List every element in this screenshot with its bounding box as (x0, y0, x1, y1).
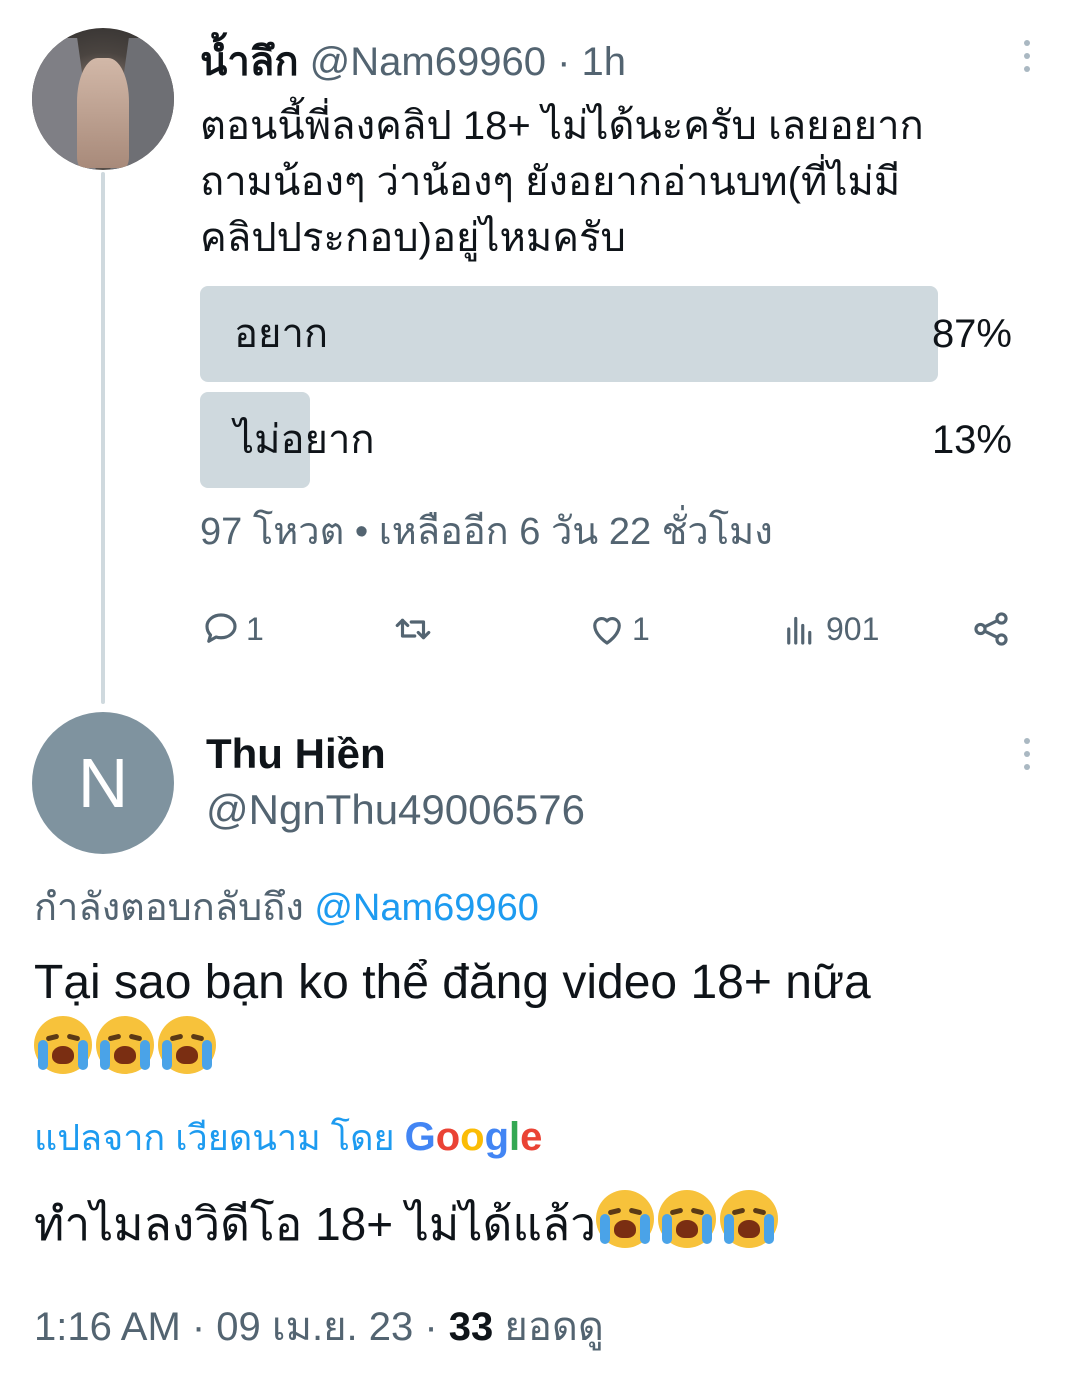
reply-author-display-name[interactable]: Thu Hiền (206, 728, 386, 780)
poll: อยาก 87% ไม่อยาก 13% (200, 286, 1012, 498)
reply-author-handle[interactable]: @NgnThu49006576 (206, 784, 585, 836)
replying-label: กำลังตอบกลับถึง (34, 887, 304, 929)
google-logo: Google (404, 1115, 543, 1159)
crying-face-emoji-icon (658, 1190, 717, 1248)
crying-face-emoji-icon (34, 1016, 92, 1074)
separator-dot: · (557, 40, 582, 84)
more-options-icon[interactable] (1012, 734, 1042, 774)
tweet-header: น้ำลึก @Nam69960 · 1h (200, 38, 626, 86)
poll-meta: 97 โหวต • เหลืออีก 6 วัน 22 ชั่วโมง (200, 511, 773, 553)
heart-icon (593, 617, 621, 645)
view-count: 901 (826, 610, 880, 647)
author-handle[interactable]: @Nam69960 (310, 40, 546, 84)
poll-option: ไม่อยาก 13% (200, 392, 1012, 488)
author-display-name[interactable]: น้ำลึก (200, 40, 299, 84)
reply-button[interactable]: 1 (200, 602, 264, 656)
tweet-time[interactable]: 1h (582, 40, 627, 84)
reply-text-content: Tại sao bạn ko thể đăng video 18+ nữa (34, 956, 871, 1009)
poll-option-label: ไม่อยาก (234, 418, 375, 462)
poll-option-percent: 13% (931, 418, 1012, 462)
more-options-icon[interactable] (1012, 36, 1042, 76)
share-icon (974, 612, 1008, 646)
poll-option: อยาก 87% (200, 286, 1012, 382)
replying-mention-link[interactable]: @Nam69960 (314, 887, 538, 929)
like-count: 1 (632, 610, 650, 647)
retweet-icon (395, 618, 431, 640)
crying-face-emoji-icon (720, 1190, 779, 1248)
translation-attribution[interactable]: แปลจาก เวียดนาม โดย Google (34, 1112, 542, 1163)
reply-count: 1 (246, 610, 264, 647)
crying-face-emoji-icon (596, 1190, 655, 1248)
poll-option-label: อยาก (234, 312, 329, 356)
avatar-image-part (77, 58, 129, 168)
reply-icon (205, 613, 237, 643)
like-button[interactable]: 1 (586, 602, 650, 656)
author-avatar[interactable] (32, 28, 174, 170)
replying-to: กำลังตอบกลับถึง @Nam69960 (34, 882, 539, 934)
reply-text: Tại sao bạn ko thể đăng video 18+ nữa (34, 950, 1044, 1084)
crying-face-emoji-icon (158, 1016, 216, 1074)
retweet-button[interactable] (392, 602, 438, 656)
timestamp-text[interactable]: 1:16 AM · 09 เม.ย. 23 · (34, 1305, 449, 1349)
crying-face-emoji-icon (96, 1016, 154, 1074)
thread-connector-line (101, 172, 105, 704)
poll-option-percent: 87% (931, 312, 1012, 356)
analytics-icon (787, 616, 812, 645)
views-button[interactable]: 901 (780, 602, 879, 656)
views-count[interactable]: 33 (449, 1305, 494, 1349)
reply-author-avatar[interactable]: N (32, 712, 174, 854)
translation-label: แปลจาก เวียดนาม โดย (34, 1117, 395, 1158)
tweet-actions: 1 1 901 (200, 602, 1020, 656)
tweet-timestamp: 1:16 AM · 09 เม.ย. 23 · 33 ยอดดู (34, 1300, 604, 1354)
views-label: ยอดดู (493, 1305, 604, 1349)
translated-text: ทำไมลงวิดีโอ 18+ ไม่ได้แล้ว (34, 1190, 1044, 1256)
translated-text-content: ทำไมลงวิดีโอ 18+ ไม่ได้แล้ว (34, 1198, 597, 1250)
share-button[interactable] (970, 602, 1016, 656)
tweet-text: ตอนนี้พี่ลงคลิป 18+ ไม่ได้นะครับ เลยอยาก… (200, 104, 924, 260)
